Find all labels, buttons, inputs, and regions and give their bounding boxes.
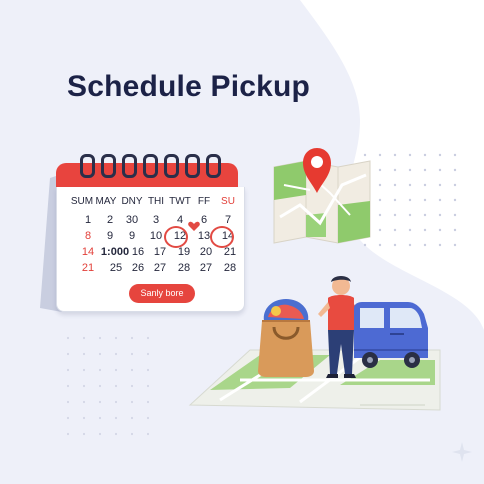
heart-icon — [188, 221, 200, 231]
calendar-ring — [164, 154, 179, 178]
calendar-ring — [80, 154, 95, 178]
location-pin-icon — [303, 148, 331, 193]
calendar-day[interactable]: 28 — [218, 262, 242, 274]
calendar-day[interactable]: 20 — [194, 246, 218, 258]
calendar-day[interactable]: 26 — [126, 262, 150, 274]
calendar-day[interactable]: 8 — [76, 230, 100, 242]
dot-pattern-bottom — [66, 336, 150, 436]
calendar-day[interactable]: 21 — [76, 262, 100, 274]
calendar-week-row: 1 2 30 3 4 6 7 — [70, 214, 240, 228]
calendar-day[interactable]: 16 — [126, 246, 150, 258]
calendar-day[interactable]: 27 — [148, 262, 172, 274]
weekday-label: SU — [221, 196, 235, 207]
weekday-label: DNY — [121, 196, 143, 207]
van-icon — [354, 302, 428, 368]
calendar-day[interactable]: 9 — [120, 230, 144, 242]
weekday-label: MAY — [95, 196, 117, 207]
calendar-ring — [185, 154, 200, 178]
weekday-label: THI — [147, 196, 165, 207]
page-title: Schedule Pickup — [67, 70, 311, 103]
calendar-day[interactable]: 27 — [194, 262, 218, 274]
weekday-label: SUM — [70, 196, 94, 207]
calendar-day[interactable]: 2 — [98, 214, 122, 226]
dot-pattern — [363, 153, 457, 247]
laundry-bag-icon — [258, 299, 314, 377]
calendar-day[interactable]: 25 — [104, 262, 128, 274]
calendar-day[interactable]: 1 — [76, 214, 100, 226]
calendar-ring — [101, 154, 116, 178]
calendar-day[interactable]: 14 — [76, 246, 100, 258]
calendar-week-row: 21 25 26 27 28 27 28 — [70, 262, 240, 276]
selected-day-ring — [164, 226, 188, 248]
schedule-button[interactable]: Sanly bore — [129, 284, 195, 303]
calendar-week-row: 14 1:000 16 17 19 20 21 — [70, 246, 240, 260]
selected-day-ring — [210, 226, 234, 248]
calendar-day[interactable]: 21 — [218, 246, 242, 258]
calendar-day[interactable]: 30 — [120, 214, 144, 226]
schedule-pickup-screen: Schedule Pickup SUM MAY DNY THI TWT FF S… — [0, 0, 484, 484]
calendar-day[interactable]: 3 — [144, 214, 168, 226]
calendar-weekday-row: SUM MAY DNY THI TWT FF SU — [70, 196, 240, 210]
sparkle-icon — [452, 442, 472, 462]
calendar-day[interactable]: 19 — [172, 246, 196, 258]
calendar-ring — [206, 154, 221, 178]
weekday-label: FF — [197, 196, 211, 207]
calendar-day[interactable]: 9 — [98, 230, 122, 242]
calendar-day[interactable]: 7 — [216, 214, 240, 226]
calendar-day[interactable]: 17 — [148, 246, 172, 258]
weekday-label: TWT — [169, 196, 191, 207]
calendar-ring — [143, 154, 158, 178]
calendar-ring — [122, 154, 137, 178]
calendar-day[interactable]: 28 — [172, 262, 196, 274]
